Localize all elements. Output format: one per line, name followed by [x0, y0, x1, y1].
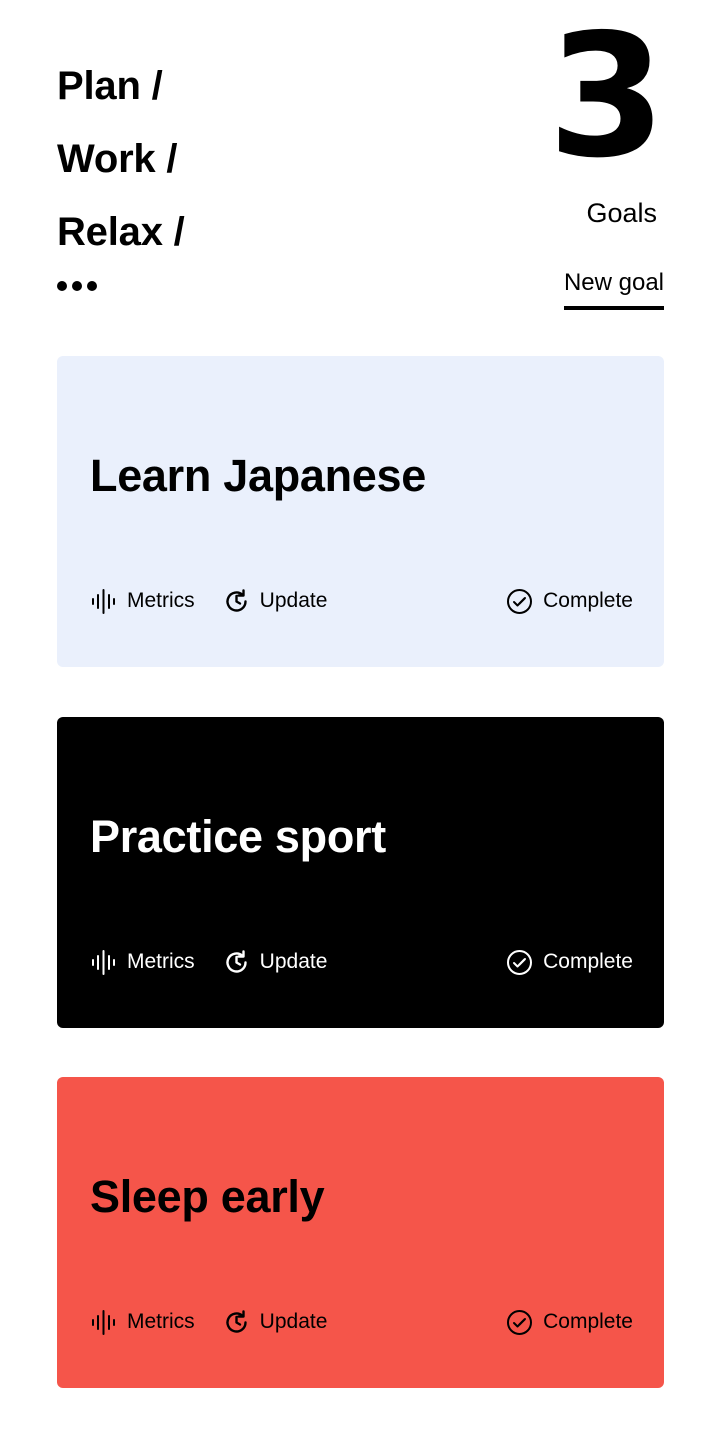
category-relax[interactable]: Relax /	[57, 196, 185, 269]
waveform-icon	[92, 1309, 115, 1335]
metrics-button[interactable]: Metrics	[90, 947, 195, 977]
update-label: Update	[259, 589, 328, 612]
metrics-label: Metrics	[127, 1310, 195, 1333]
goal-count-label: Goals	[586, 198, 657, 228]
complete-label: Complete	[543, 950, 633, 973]
check-circle-icon	[507, 949, 533, 975]
category-plan[interactable]: Plan /	[57, 50, 185, 123]
goal-title: Practice sport	[90, 811, 386, 862]
category-list: Plan / Work / Relax /	[57, 50, 185, 269]
check-circle-icon	[507, 588, 533, 614]
goal-actions: Metrics Update Complete	[90, 947, 633, 977]
category-work[interactable]: Work /	[57, 123, 185, 196]
complete-button[interactable]: Complete	[506, 1307, 633, 1337]
new-goal-button[interactable]: New goal	[563, 268, 664, 310]
waveform-icon	[92, 588, 115, 614]
check-circle-icon	[507, 1309, 533, 1335]
refresh-icon	[226, 588, 247, 612]
complete-label: Complete	[543, 1310, 633, 1333]
dot	[72, 281, 82, 291]
update-button[interactable]: Update	[223, 586, 328, 616]
metrics-button[interactable]: Metrics	[90, 1307, 195, 1337]
update-button[interactable]: Update	[223, 1307, 328, 1337]
goal-title: Learn Japanese	[90, 450, 426, 501]
more-dots-icon[interactable]	[57, 281, 97, 291]
goal-actions: Metrics Update Complete	[90, 586, 633, 616]
complete-label: Complete	[543, 589, 633, 612]
goal-actions: Metrics Update Complete	[90, 1307, 633, 1337]
dot	[87, 281, 97, 291]
refresh-icon	[226, 1309, 247, 1333]
metrics-label: Metrics	[127, 950, 195, 973]
goal-card-practice-sport[interactable]: Practice sport Metrics Update Complete	[57, 717, 664, 1028]
goals-page: Plan / Work / Relax / 3 Goals New goal L…	[0, 0, 720, 1436]
dot	[57, 281, 67, 291]
goal-card-learn-japanese[interactable]: Learn Japanese Metrics Update Complete	[57, 356, 664, 667]
update-label: Update	[259, 1310, 328, 1333]
refresh-icon	[226, 949, 247, 973]
update-button[interactable]: Update	[223, 947, 328, 977]
metrics-label: Metrics	[127, 589, 195, 612]
waveform-icon	[92, 949, 115, 975]
update-label: Update	[259, 950, 328, 973]
complete-button[interactable]: Complete	[506, 586, 633, 616]
goal-title: Sleep early	[90, 1171, 325, 1222]
goal-count: 3	[547, 0, 666, 196]
metrics-button[interactable]: Metrics	[90, 586, 195, 616]
complete-button[interactable]: Complete	[506, 947, 633, 977]
goal-card-sleep-early[interactable]: Sleep early Metrics Update Complete	[57, 1077, 664, 1388]
